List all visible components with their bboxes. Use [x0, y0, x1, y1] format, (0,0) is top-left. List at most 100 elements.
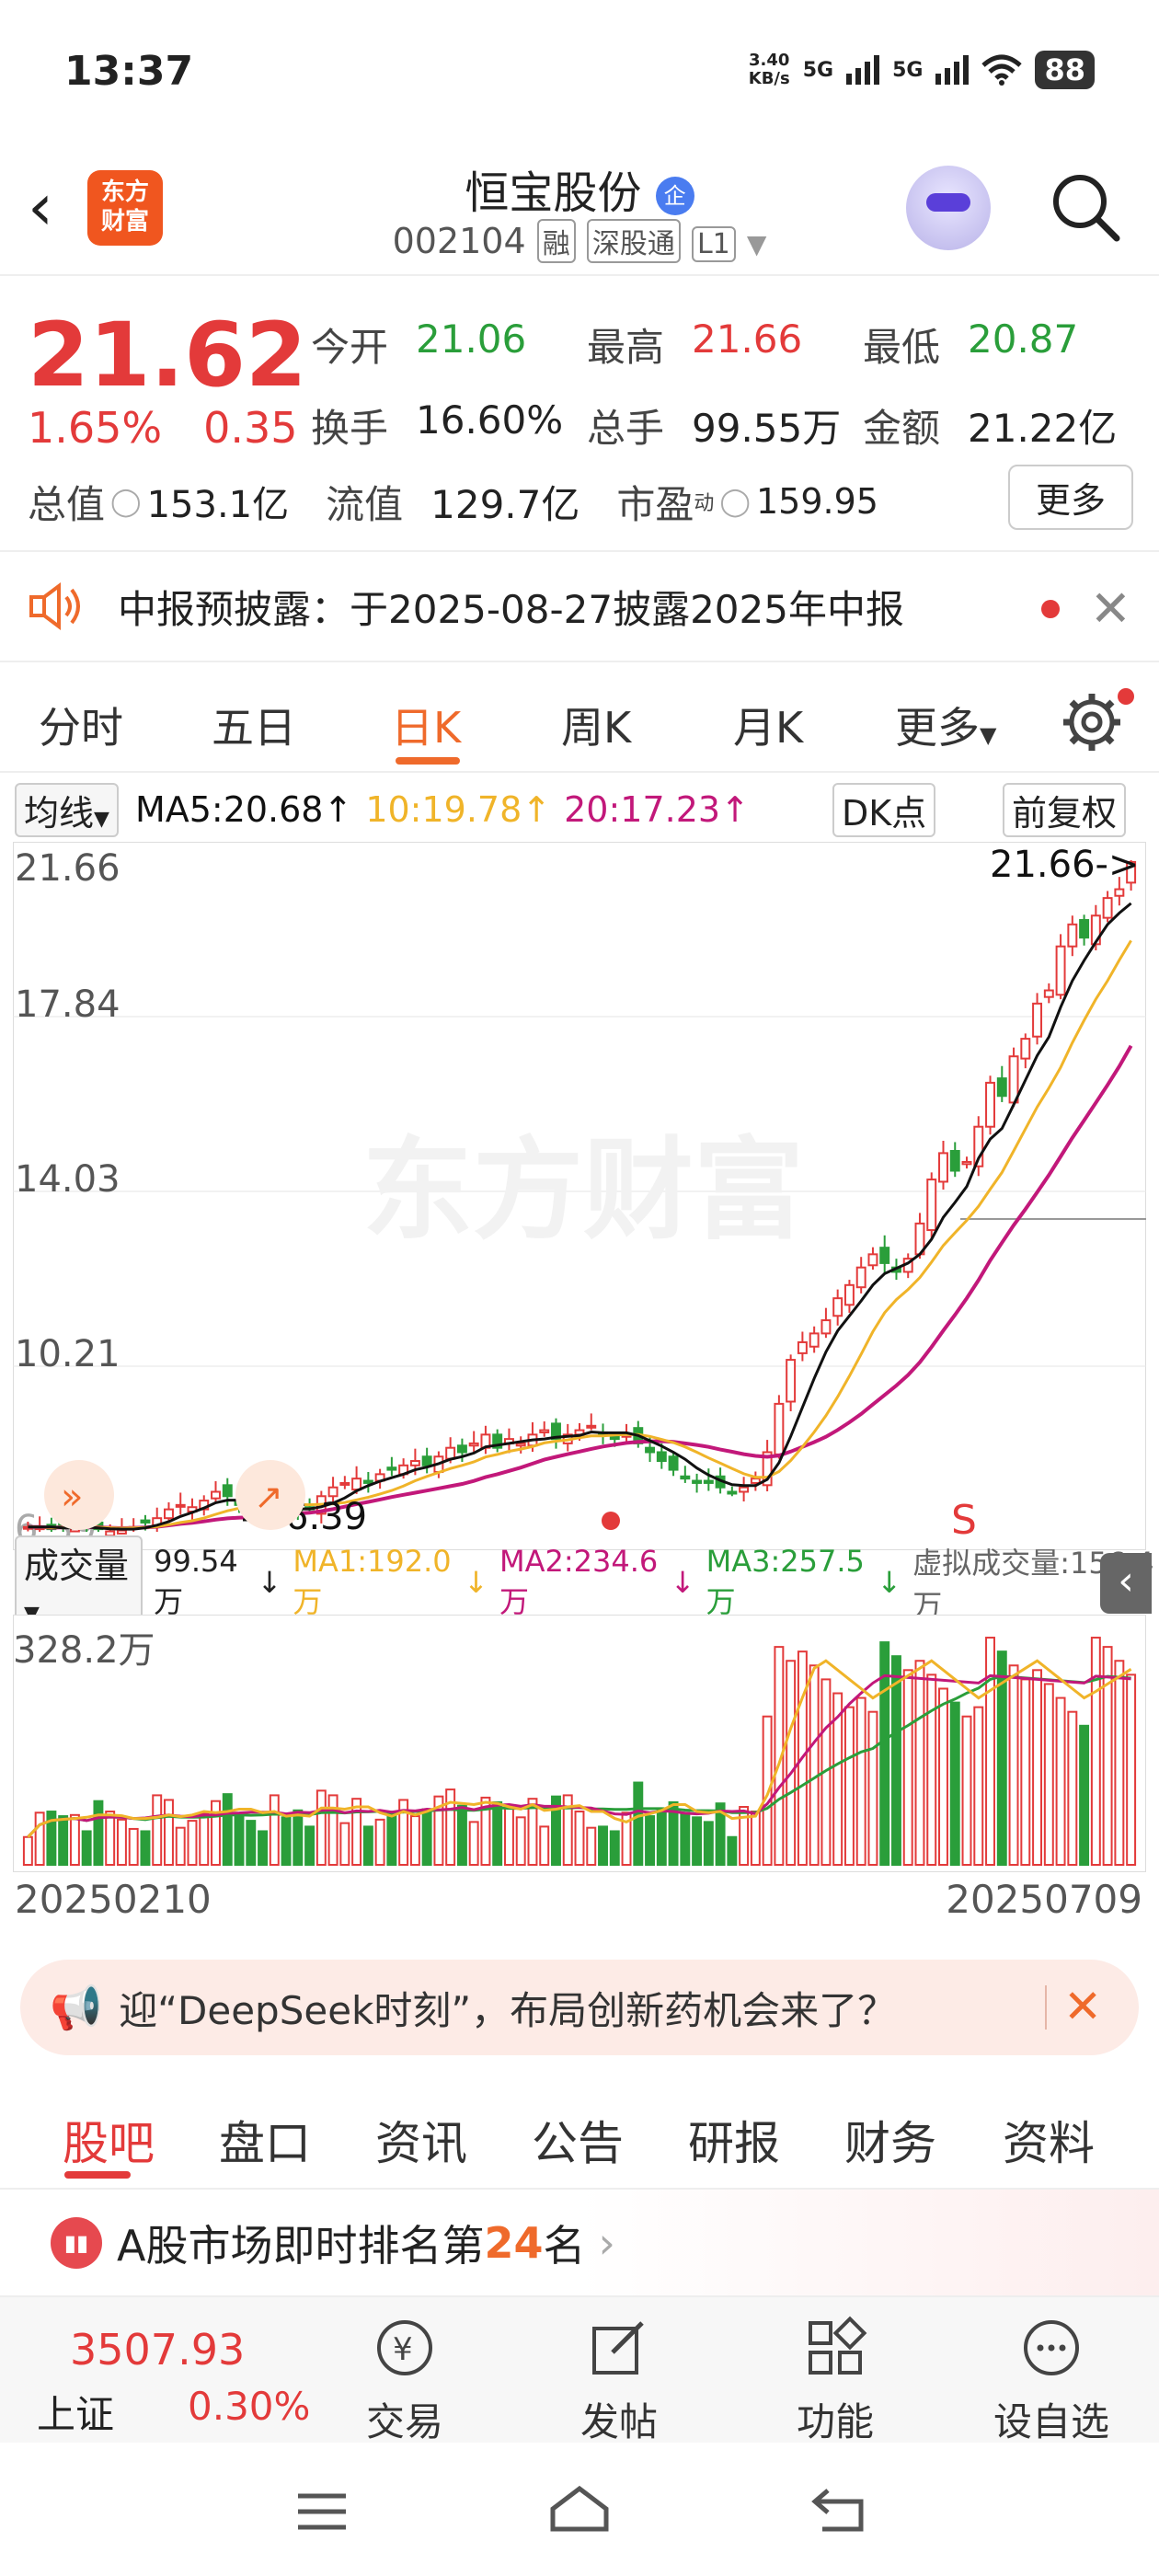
robot-assistant-icon[interactable]	[906, 166, 991, 250]
tab-monthly-k[interactable]: 月K	[733, 695, 803, 755]
volume-bar	[374, 1818, 385, 1866]
ma5-value: MA5:20.68	[134, 789, 324, 830]
announcement-notice[interactable]: 中报预披露：于2025-08-27披露2025年中报 ✕	[0, 552, 1159, 662]
tab-guba[interactable]: 股吧	[63, 2107, 155, 2173]
volume-bar	[246, 1820, 257, 1866]
more-button[interactable]: 更多	[1007, 465, 1133, 530]
candle	[211, 1490, 221, 1500]
indicator-selector[interactable]: 均线▼	[15, 782, 119, 837]
menu-icon[interactable]	[294, 2489, 350, 2535]
volume-bar	[902, 1669, 913, 1866]
volume-bar	[703, 1821, 714, 1867]
signal-s: S	[951, 1497, 977, 1544]
volume-value: 99.54万	[154, 1544, 238, 1619]
back-nav-icon[interactable]	[809, 2483, 868, 2535]
volume-bar	[1079, 1724, 1090, 1866]
system-nav-bar	[0, 2443, 1159, 2576]
grid-icon	[809, 2316, 867, 2375]
candle	[985, 1081, 995, 1128]
volume-bar	[692, 1816, 703, 1866]
volume-bar	[1126, 1673, 1137, 1866]
volume-bar	[128, 1827, 139, 1867]
tab-more[interactable]: 更多▼	[895, 695, 996, 755]
tab-daily-k[interactable]: 日K	[391, 695, 461, 755]
volume-bar	[1020, 1678, 1031, 1867]
volume-bar	[58, 1815, 69, 1866]
candle	[809, 1332, 820, 1348]
volume-bar	[316, 1789, 327, 1866]
margin-tag: 融	[536, 219, 576, 263]
volume-bar	[843, 1706, 855, 1866]
tab-pankou[interactable]: 盘口	[219, 2107, 311, 2173]
tab-profile[interactable]: 资料	[1003, 2107, 1095, 2173]
volume-bar	[362, 1825, 373, 1866]
candle	[1079, 919, 1090, 939]
date-axis: 20250210 20250709	[15, 1877, 1142, 1922]
signal-5g-1: 5G	[802, 58, 834, 82]
close-icon[interactable]: ✕	[1063, 1980, 1102, 2033]
candlestick-chart[interactable]: 东方财富 21.66 17.84 14.03 10.21 6.39 21.66-…	[13, 842, 1146, 1550]
volume-bar	[22, 1835, 33, 1866]
chart-period-tabs: 分时 五日 日K 周K 月K 更多▼	[0, 662, 1159, 773]
gear-icon[interactable]	[1060, 690, 1124, 754]
stock-header: ‹ 东方 财富 恒宝股份 企 002104 融 深股通 L1 ▼	[0, 138, 1159, 276]
tab-intraday[interactable]: 分时	[39, 695, 123, 755]
tab-financials[interactable]: 财务	[844, 2107, 936, 2173]
market-rank[interactable]: ▮▮ A股市场即时排名第 24 名 ›	[0, 2190, 1159, 2295]
tab-announcements[interactable]: 公告	[532, 2107, 624, 2173]
adjust-selector[interactable]: 前复权	[1003, 782, 1127, 837]
home-icon[interactable]	[547, 2483, 612, 2535]
volume-bar	[222, 1793, 233, 1866]
volume-bar	[750, 1811, 761, 1866]
vol-ma2: MA2:234.6万	[499, 1544, 659, 1619]
volume-bar	[304, 1825, 316, 1866]
volume-chart[interactable]: 328.2万	[13, 1615, 1146, 1872]
dk-point-selector[interactable]: DK点	[832, 782, 936, 837]
post-button[interactable]: 发帖	[555, 2316, 683, 2447]
index-value: 3507.93	[70, 2325, 246, 2375]
volume-y-label: 328.2万	[13, 1629, 155, 1672]
functions-button[interactable]: 功能	[771, 2316, 900, 2447]
candle	[832, 1297, 843, 1317]
search-icon[interactable]	[1049, 170, 1122, 244]
megaphone-icon: 📢	[50, 1982, 103, 2032]
tab-research[interactable]: 研报	[688, 2107, 780, 2173]
volume-bar	[492, 1800, 503, 1867]
promo-banner[interactable]: 📢 迎“DeepSeek时刻”，布局创新药机会来了？ ✕	[20, 1960, 1139, 2055]
volume-bar	[187, 1820, 198, 1866]
candle	[949, 1149, 960, 1172]
volume-bar	[890, 1655, 901, 1867]
candle	[609, 1435, 620, 1441]
speaker-icon	[29, 582, 80, 630]
tab-weekly-k[interactable]: 周K	[561, 695, 631, 755]
tab-news[interactable]: 资讯	[375, 2107, 467, 2173]
index-ticker[interactable]: 3507.93 上证 0.30%	[37, 2325, 310, 2440]
volume-bar	[1090, 1637, 1101, 1867]
ma10-value: 10:19.78	[365, 789, 522, 830]
trade-button[interactable]: ¥ 交易	[340, 2316, 469, 2447]
volume-bar	[34, 1811, 45, 1867]
candle	[996, 1077, 1007, 1098]
tab-five-day[interactable]: 五日	[212, 695, 296, 755]
candle	[1102, 897, 1113, 919]
vol-ma3: MA3:257.5万	[706, 1544, 865, 1619]
close-icon[interactable]: ✕	[1090, 580, 1131, 638]
volume-bar	[515, 1816, 526, 1866]
candle	[1043, 989, 1054, 998]
add-watchlist-button[interactable]: 设自选	[987, 2316, 1116, 2447]
collapse-arrow-icon[interactable]: ‹	[1100, 1553, 1152, 1614]
volume-bar	[645, 1815, 656, 1866]
unread-dot	[1041, 600, 1060, 618]
volume-bar	[809, 1664, 820, 1866]
volume-bar	[680, 1811, 691, 1867]
signal-5g-2: 5G	[892, 58, 924, 82]
battery-icon: 88	[1035, 51, 1095, 89]
volume-bar	[973, 1706, 984, 1866]
high-marker: 21.66->	[990, 844, 1139, 886]
volume-bar	[164, 1799, 174, 1866]
settings-dot	[1118, 688, 1134, 705]
volume-bar	[69, 1813, 80, 1867]
candle	[445, 1446, 456, 1460]
volume-bar	[105, 1811, 116, 1866]
vol-ma1: MA1:192.0万	[293, 1544, 452, 1619]
